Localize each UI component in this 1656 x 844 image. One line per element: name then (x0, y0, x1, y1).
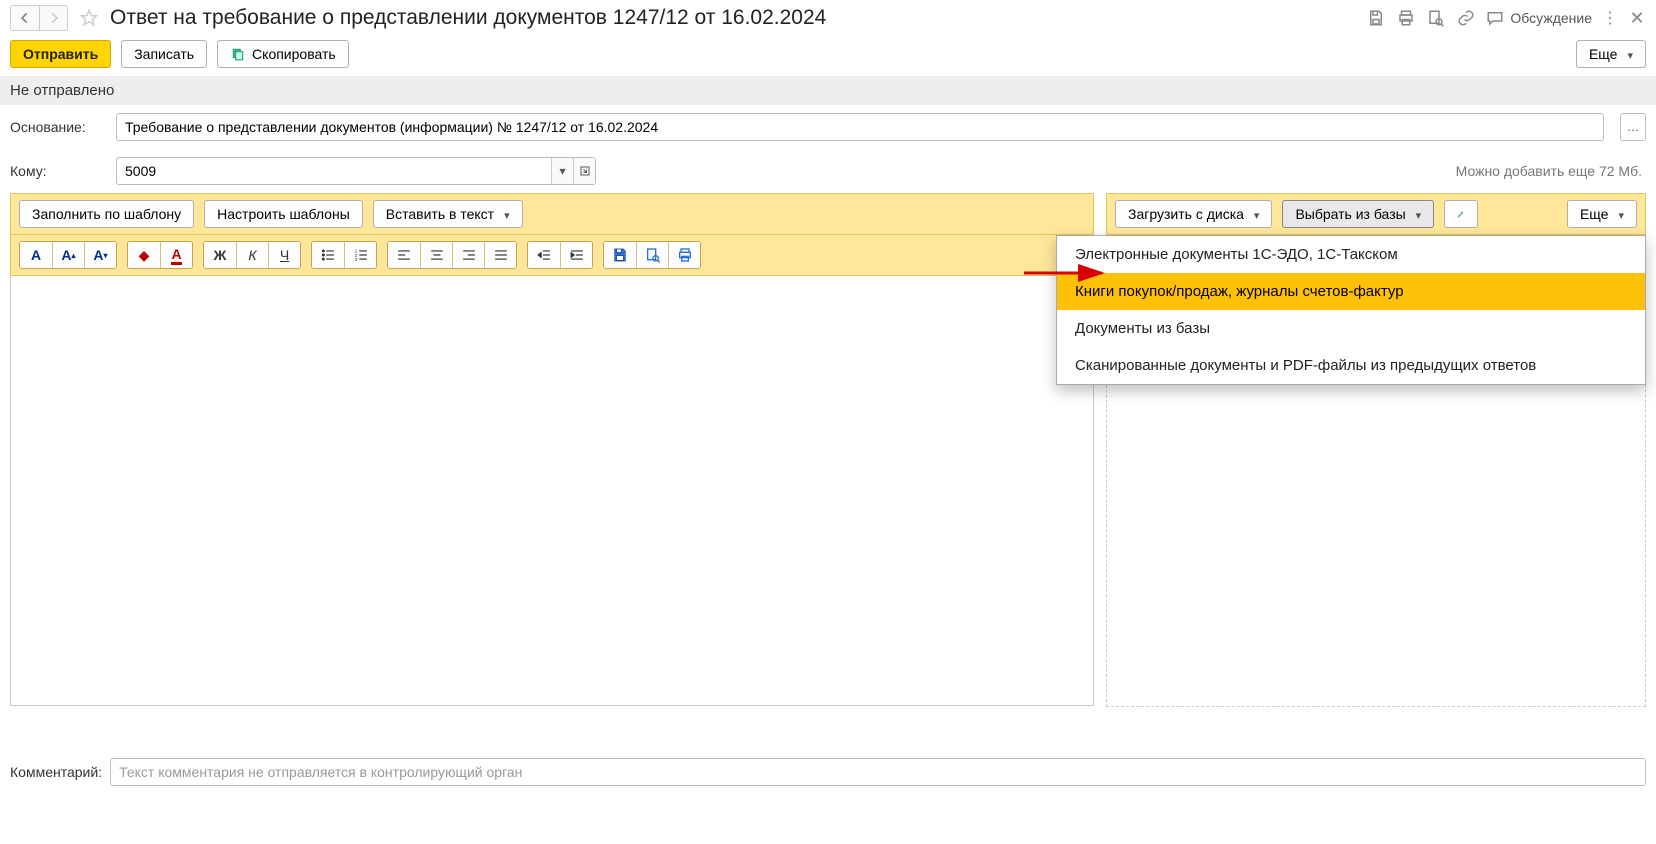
kebab-menu-icon[interactable]: ⋮ (1602, 8, 1618, 28)
text-color-icon[interactable]: ◆ (128, 242, 160, 268)
configure-templates-button[interactable]: Настроить шаблоны (204, 200, 363, 228)
insert-text-label: Вставить в текст (386, 206, 494, 222)
to-label: Кому: (10, 163, 106, 179)
to-input-wrap: ▾ (116, 157, 596, 185)
nav-back-button[interactable] (11, 6, 39, 30)
comment-label: Комментарий: (10, 764, 102, 780)
discussion-button[interactable]: Обсуждение (1486, 9, 1592, 27)
more-button-top-label: Еще (1589, 46, 1618, 62)
print-file-icon[interactable] (668, 242, 700, 268)
menu-item-edo[interactable]: Электронные документы 1С-ЭДО, 1С-Такском (1057, 236, 1645, 273)
basis-label: Основание: (10, 119, 106, 135)
quota-text: Можно добавить еще 72 Мб. (1456, 163, 1646, 179)
edit-pen-button[interactable] (1444, 200, 1478, 228)
align-justify-icon[interactable] (484, 242, 516, 268)
status-text: Не отправлено (10, 82, 114, 99)
fill-template-label: Заполнить по шаблону (32, 206, 181, 222)
copy-icon (230, 46, 246, 62)
insert-text-button[interactable]: Вставить в текст (373, 200, 523, 228)
attachment-command-bar: Загрузить с диска Выбрать из базы Еще (1106, 193, 1646, 235)
load-from-disk-button[interactable]: Загрузить с диска (1115, 200, 1272, 228)
italic-icon[interactable]: К (236, 242, 268, 268)
favorite-star-icon[interactable] (78, 7, 100, 29)
preview-icon[interactable] (1426, 8, 1446, 28)
nav-forward-button[interactable] (39, 6, 67, 30)
to-input[interactable] (117, 158, 551, 184)
bold-icon[interactable]: Ж (204, 242, 236, 268)
to-dropdown-button[interactable]: ▾ (551, 158, 573, 184)
configure-templates-label: Настроить шаблоны (217, 206, 350, 222)
comment-input[interactable] (110, 758, 1646, 786)
font-normal-icon[interactable]: A (20, 242, 52, 268)
format-toolbar: A A▴ A▾ ◆ A Ж К Ч 123 (10, 235, 1094, 276)
basis-input[interactable] (117, 114, 1603, 140)
align-right-icon[interactable] (452, 242, 484, 268)
align-center-icon[interactable] (420, 242, 452, 268)
attachment-more-button[interactable]: Еще (1567, 200, 1637, 228)
font-larger-icon[interactable]: A▴ (52, 242, 84, 268)
highlight-color-icon[interactable]: A (160, 242, 192, 268)
nav-buttons (10, 5, 68, 31)
print-icon[interactable] (1396, 8, 1416, 28)
select-from-base-dropdown: Электронные документы 1С-ЭДО, 1С-Такском… (1056, 235, 1646, 385)
select-from-base-label: Выбрать из базы (1295, 206, 1405, 222)
outdent-icon[interactable] (528, 242, 560, 268)
copy-button[interactable]: Скопировать (217, 40, 349, 68)
fill-template-button[interactable]: Заполнить по шаблону (19, 200, 194, 228)
discussion-label: Обсуждение (1510, 10, 1592, 26)
link-icon[interactable] (1456, 8, 1476, 28)
underline-icon[interactable]: Ч (268, 242, 300, 268)
menu-item-books[interactable]: Книги покупок/продаж, журналы счетов-фак… (1057, 273, 1645, 310)
send-button-label: Отправить (23, 46, 98, 62)
bullet-list-icon[interactable] (312, 242, 344, 268)
font-smaller-icon[interactable]: A▾ (84, 242, 116, 268)
save-button[interactable]: Записать (121, 40, 207, 68)
editor-command-bar: Заполнить по шаблону Настроить шаблоны В… (10, 193, 1094, 235)
align-left-icon[interactable] (388, 242, 420, 268)
basis-more-button[interactable]: … (1620, 113, 1646, 141)
basis-input-wrap (116, 113, 1604, 141)
menu-item-docs[interactable]: Документы из базы (1057, 310, 1645, 347)
menu-item-scanned[interactable]: Сканированные документы и PDF-файлы из п… (1057, 347, 1645, 384)
page-title: Ответ на требование о представлении доку… (110, 6, 826, 30)
indent-icon[interactable] (560, 242, 592, 268)
svg-text:3: 3 (354, 257, 357, 262)
select-from-base-button[interactable]: Выбрать из базы (1282, 200, 1434, 228)
more-button-top[interactable]: Еще (1576, 40, 1646, 68)
preview-file-icon[interactable] (636, 242, 668, 268)
pencil-icon (1457, 206, 1465, 222)
copy-button-label: Скопировать (252, 46, 336, 62)
load-from-disk-label: Загрузить с диска (1128, 206, 1244, 222)
save-file-icon[interactable] (604, 242, 636, 268)
status-bar: Не отправлено (0, 76, 1656, 105)
send-button[interactable]: Отправить (10, 40, 111, 68)
to-open-button[interactable] (573, 158, 595, 184)
attachment-more-label: Еще (1580, 206, 1609, 222)
save-disk-icon[interactable] (1366, 8, 1386, 28)
save-button-label: Записать (134, 46, 194, 62)
close-icon[interactable]: ✕ (1628, 8, 1646, 29)
editor-area[interactable] (10, 276, 1094, 706)
numbered-list-icon[interactable]: 123 (344, 242, 376, 268)
chat-icon (1486, 9, 1504, 27)
